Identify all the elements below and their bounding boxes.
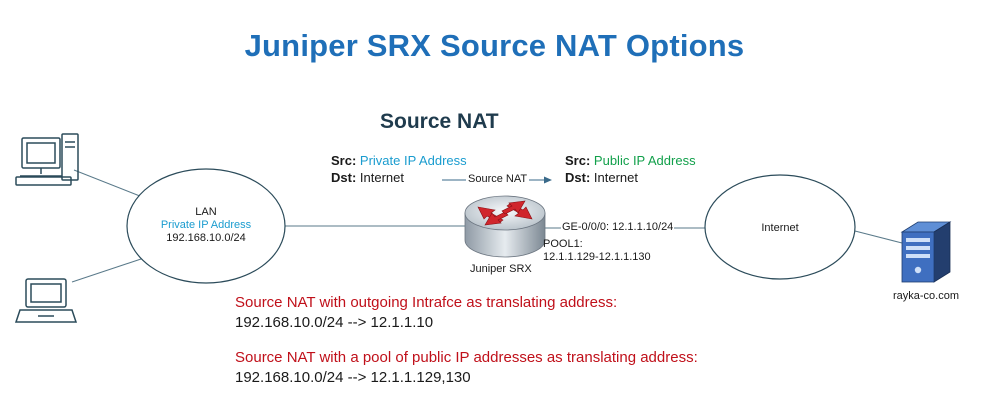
src-value: Private IP Address [359, 153, 467, 168]
lan-subnet-label: Private IP Address [160, 219, 252, 231]
after-nat-src: Src: Public IP Address [565, 153, 696, 168]
link-internet-server [854, 230, 903, 244]
dst-key: Dst [565, 170, 586, 185]
source-nat-arrowhead [544, 176, 552, 184]
option-1-heading: Source NAT with outgoing Intrafce as tra… [235, 294, 618, 311]
before-nat-src: Src: Private IP Address [331, 153, 467, 168]
pool-range: 12.1.1.129-12.1.1.130 [543, 251, 651, 263]
server-label: rayka-co.com [893, 290, 960, 302]
src-key: Src [565, 153, 586, 168]
internet-label: Internet [761, 222, 799, 234]
pool-name: POOL1: [543, 238, 583, 250]
src-key: Src [331, 153, 352, 168]
lan-subnet: 192.168.10.0/24 [166, 232, 246, 244]
option-1-mapping: 192.168.10.0/24 --> 12.1.1.10 [235, 314, 434, 331]
section-title: Source NAT [380, 110, 499, 133]
link-laptop-lan [71, 255, 151, 283]
server-icon [900, 221, 952, 283]
router-icon [464, 195, 546, 258]
dst-key: Dst [331, 170, 352, 185]
dst-value: Internet [593, 170, 638, 185]
src-value: Public IP Address [593, 153, 696, 168]
router-interface: GE-0/0/0: 12.1.1.10/24 [561, 221, 675, 234]
page-title: Juniper SRX Source NAT Options [244, 28, 745, 63]
before-nat-dst: Dst: Internet [331, 170, 404, 185]
desktop-computer-icon [15, 133, 79, 186]
option-2-heading: Source NAT with a pool of public IP addr… [235, 349, 698, 366]
laptop-icon [14, 278, 78, 323]
lan-label: LAN [195, 206, 217, 218]
option-2-mapping: 192.168.10.0/24 --> 12.1.1.129,130 [235, 369, 471, 386]
router-label: Juniper SRX [470, 263, 532, 275]
after-nat-dst: Dst: Internet [565, 170, 638, 185]
dst-value: Internet [359, 170, 404, 185]
source-nat-arrow-label: Source NAT [466, 173, 530, 186]
